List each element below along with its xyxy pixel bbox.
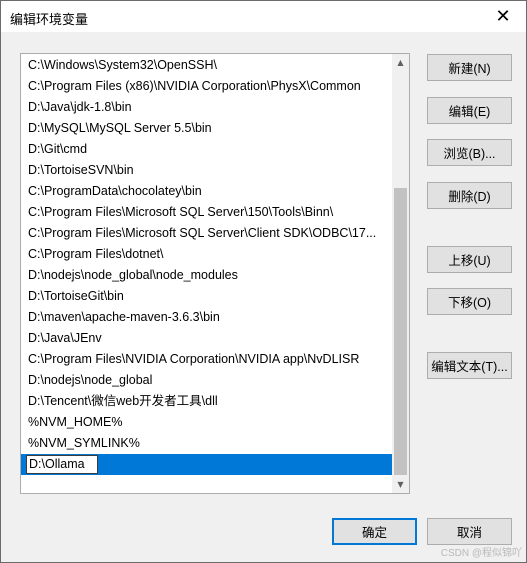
- move-down-button[interactable]: 下移(O): [427, 288, 512, 315]
- title-bar: 编辑环境变量 ✕: [1, 1, 526, 32]
- watermark: CSDN @程似锦吖: [440, 548, 522, 559]
- scroll-up-icon[interactable]: ▲: [392, 54, 409, 71]
- list-item[interactable]: D:\MySQL\MySQL Server 5.5\bin: [21, 118, 394, 139]
- list-item[interactable]: C:\Windows\System32\OpenSSH\: [21, 55, 394, 76]
- list-item[interactable]: D:\maven\apache-maven-3.6.3\bin: [21, 307, 394, 328]
- path-list[interactable]: C:\Windows\System32\OpenSSH\ C:\Program F…: [20, 53, 410, 494]
- cancel-button[interactable]: 取消: [427, 518, 512, 545]
- list-item[interactable]: D:\Java\JEnv: [21, 328, 394, 349]
- browse-button[interactable]: 浏览(B)...: [427, 139, 512, 166]
- list-item[interactable]: D:\nodejs\node_global\node_modules: [21, 265, 394, 286]
- list-item[interactable]: C:\Program Files (x86)\NVIDIA Corporatio…: [21, 76, 394, 97]
- list-item[interactable]: D:\Java\jdk-1.8\bin: [21, 97, 394, 118]
- path-list-items: C:\Windows\System32\OpenSSH\ C:\Program F…: [21, 55, 394, 475]
- edit-text-button[interactable]: 编辑文本(T)...: [427, 352, 512, 379]
- edit-button[interactable]: 编辑(E): [427, 97, 512, 124]
- scroll-down-icon[interactable]: ▼: [392, 476, 409, 493]
- list-item[interactable]: %NVM_SYMLINK%: [21, 433, 394, 454]
- list-item[interactable]: D:\TortoiseSVN\bin: [21, 160, 394, 181]
- delete-button[interactable]: 删除(D): [427, 182, 512, 209]
- list-item[interactable]: %NVM_HOME%: [21, 412, 394, 433]
- list-item[interactable]: D:\Git\cmd: [21, 139, 394, 160]
- list-item[interactable]: D:\TortoiseGit\bin: [21, 286, 394, 307]
- close-icon[interactable]: ✕: [480, 1, 526, 32]
- list-item[interactable]: D:\Tencent\微信web开发者工具\dll: [21, 391, 394, 412]
- ok-button[interactable]: 确定: [332, 518, 417, 545]
- list-item[interactable]: C:\Program Files\NVIDIA Corporation\NVID…: [21, 349, 394, 370]
- path-edit-field[interactable]: D:\Ollama: [26, 455, 98, 474]
- list-item[interactable]: C:\Program Files\Microsoft SQL Server\Cl…: [21, 223, 394, 244]
- vertical-scrollbar[interactable]: ▲ ▼: [392, 54, 409, 493]
- list-item[interactable]: C:\Program Files\Microsoft SQL Server\15…: [21, 202, 394, 223]
- list-item[interactable]: D:\nodejs\node_global: [21, 370, 394, 391]
- window-title: 编辑环境变量: [10, 12, 89, 27]
- scroll-thumb[interactable]: [394, 188, 407, 475]
- edit-env-var-dialog: 编辑环境变量 ✕ C:\Windows\System32\OpenSSH\ C:\…: [0, 0, 527, 563]
- move-up-button[interactable]: 上移(U): [427, 246, 512, 273]
- list-item[interactable]: C:\Program Files\dotnet\: [21, 244, 394, 265]
- list-item-selected[interactable]: D:\Ollama: [21, 454, 394, 475]
- list-item[interactable]: C:\ProgramData\chocolatey\bin: [21, 181, 394, 202]
- new-button[interactable]: 新建(N): [427, 54, 512, 81]
